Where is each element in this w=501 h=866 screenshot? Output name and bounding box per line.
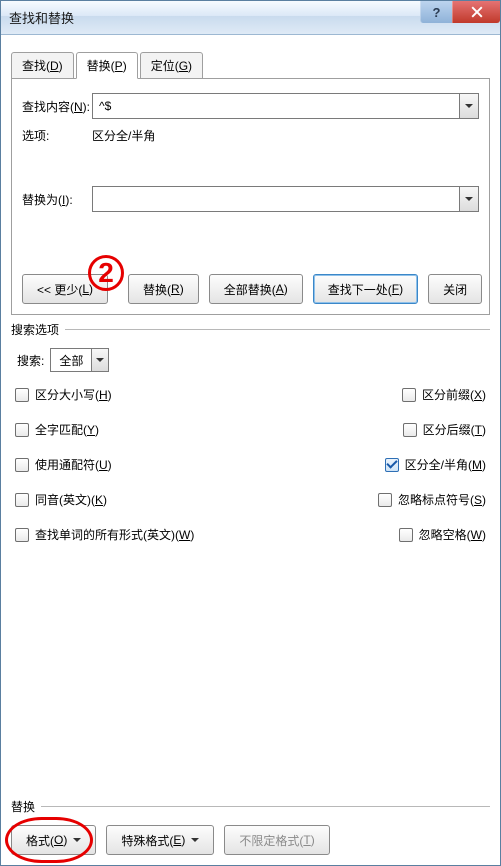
less-button[interactable]: << 更少(L) [22,274,108,304]
chk-wildcards[interactable]: 使用通配符(U) [15,456,246,473]
tab-replace[interactable]: 替换(P) [76,52,138,79]
replace-with-combo [92,186,479,212]
title-bar: 查找和替换 ? [1,1,500,35]
window-title: 查找和替换 [9,8,74,27]
special-format-button[interactable]: 特殊格式(E) [106,825,214,855]
label-find-what: 查找内容(N): [22,98,92,115]
chk-ignore-punct[interactable]: 忽略标点符号(S) [378,491,486,508]
row-search-direction: 搜索: 全部 [17,348,490,372]
group-replace: 替换 格式(O) 特殊格式(E) 不限定格式(T) [11,806,490,855]
chk-sounds-like[interactable]: 同音(英文)(K) [15,491,246,508]
dialog-window: 查找和替换 ? 查找(D) 替换(P) 定位(G) 查找内容(N): [0,0,501,866]
checkbox-icon [15,388,29,402]
client-area: 查找(D) 替换(P) 定位(G) 查找内容(N): 选项: [1,35,500,865]
legend-search-options: 搜索选项 [11,321,65,338]
checkbox-icon [402,388,416,402]
checkbox-icon [378,493,392,507]
chk-match-prefix[interactable]: 区分前缀(X) [402,386,486,403]
checkbox-icon [15,458,29,472]
close-dialog-button[interactable]: 关闭 [428,274,482,304]
chk-all-word-forms[interactable]: 查找单词的所有形式(英文)(W) [15,526,246,543]
close-icon [471,6,483,18]
checkbox-icon [403,423,417,437]
find-what-dropdown[interactable] [459,93,479,119]
checkbox-icon [15,528,29,542]
replace-with-dropdown[interactable] [459,186,479,212]
help-button[interactable]: ? [420,1,452,23]
tab-page-replace: 查找内容(N): 选项: 区分全/半角 替换为(I): [11,79,490,315]
title-buttons: ? [420,1,500,23]
no-formatting-button: 不限定格式(T) [224,825,329,855]
replace-all-button[interactable]: 全部替换(A) [209,274,303,304]
find-what-combo [92,93,479,119]
checkbox-icon [15,423,29,437]
group-search-options: 搜索选项 搜索: 全部 区分大小写(H) 区分前缀(X) [11,329,490,543]
row-replace-with: 替换为(I): [22,186,479,212]
row-find-what: 查找内容(N): [22,93,479,119]
label-options: 选项: [22,127,92,144]
replace-with-input[interactable] [92,186,459,212]
chk-whole-word[interactable]: 全字匹配(Y) [15,421,246,438]
checkbox-icon [385,458,399,472]
row-find-options: 选项: 区分全/半角 [22,127,479,144]
checkbox-icon [399,528,413,542]
checkbox-icon [15,493,29,507]
replace-button[interactable]: 替换(R) [128,274,199,304]
find-what-input[interactable] [92,93,459,119]
search-direction-dropdown[interactable] [91,348,109,372]
value-options: 区分全/半角 [92,127,155,144]
label-search-direction: 搜索: [17,352,44,369]
tab-goto[interactable]: 定位(G) [140,52,203,79]
legend-replace: 替换 [11,798,41,815]
chk-match-suffix[interactable]: 区分后缀(T) [403,421,486,438]
checkbox-grid: 区分大小写(H) 区分前缀(X) 全字匹配(Y) 区分后缀(T) 使用通配符(U… [11,386,490,543]
format-button[interactable]: 格式(O) [11,825,96,855]
replace-group-buttons: 格式(O) 特殊格式(E) 不限定格式(T) [11,825,490,855]
bottom-area: 替换 格式(O) 特殊格式(E) 不限定格式(T) [11,792,490,855]
tab-strip: 查找(D) 替换(P) 定位(G) [11,53,490,79]
search-direction-value: 全部 [50,348,91,372]
chk-ignore-space[interactable]: 忽略空格(W) [399,526,486,543]
button-row: << 更少(L) 替换(R) 全部替换(A) 查找下一处(F) 关闭 [22,274,479,304]
search-direction-select[interactable]: 全部 [50,348,109,372]
chk-full-half-width[interactable]: 区分全/半角(M) [385,456,486,473]
close-button[interactable] [452,1,500,23]
chk-match-case[interactable]: 区分大小写(H) [15,386,246,403]
tab-find[interactable]: 查找(D) [11,52,74,79]
label-replace-with: 替换为(I): [22,191,92,208]
find-next-button[interactable]: 查找下一处(F) [313,274,418,304]
